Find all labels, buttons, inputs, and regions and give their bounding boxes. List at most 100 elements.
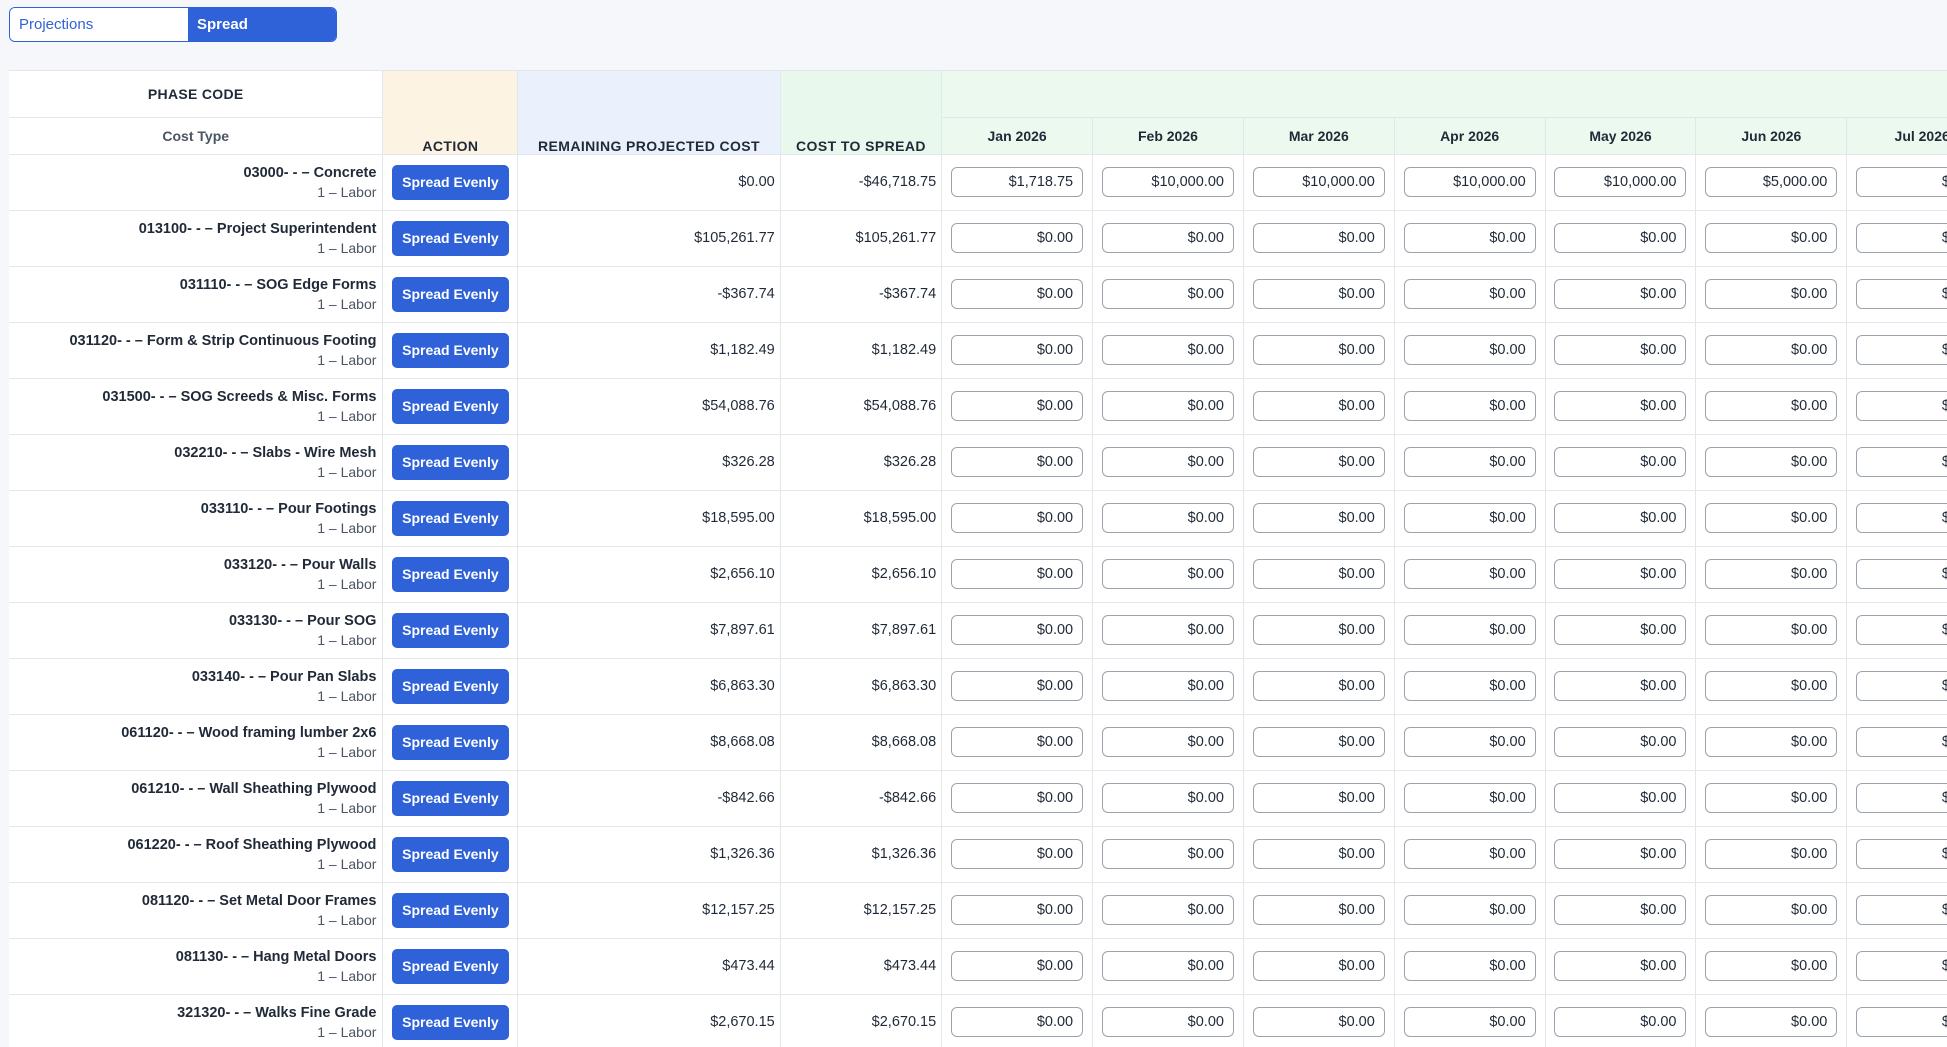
tab-spread[interactable]: Spread <box>188 8 336 41</box>
month-amount-input[interactable]: $0.00 <box>1554 447 1687 477</box>
month-amount-input[interactable]: $0.00 <box>1856 615 1947 645</box>
tab-projections[interactable]: Projections <box>10 8 188 41</box>
spread-evenly-button[interactable]: Spread Evenly <box>391 276 509 312</box>
month-amount-input[interactable]: $5,000.00 <box>1705 167 1838 197</box>
month-amount-input[interactable]: $0.00 <box>1554 223 1687 253</box>
month-amount-input[interactable]: $1,718.75 <box>951 167 1084 197</box>
month-amount-input[interactable]: $0.00 <box>1554 391 1687 421</box>
month-amount-input[interactable]: $0.00 <box>1403 839 1536 869</box>
month-amount-input[interactable]: $0.00 <box>1101 783 1234 813</box>
month-amount-input[interactable]: $0.00 <box>951 391 1084 421</box>
spread-evenly-button[interactable]: Spread Evenly <box>391 556 509 592</box>
month-amount-input[interactable]: $0.00 <box>1101 1007 1234 1037</box>
month-amount-input[interactable]: $0.00 <box>1252 223 1385 253</box>
month-amount-input[interactable]: $0.00 <box>1101 391 1234 421</box>
month-amount-input[interactable]: $0.00 <box>951 839 1084 869</box>
spread-evenly-button[interactable]: Spread Evenly <box>391 444 509 480</box>
month-amount-input[interactable]: $0.00 <box>1252 727 1385 757</box>
month-amount-input[interactable]: $0.00 <box>1554 559 1687 589</box>
month-amount-input[interactable]: $0.00 <box>1705 279 1838 309</box>
month-amount-input[interactable]: $0.00 <box>1856 895 1947 925</box>
month-amount-input[interactable]: $0.00 <box>1856 783 1947 813</box>
month-amount-input[interactable]: $0.00 <box>1101 223 1234 253</box>
month-amount-input[interactable]: $0.00 <box>1705 1007 1838 1037</box>
month-amount-input[interactable]: $0.00 <box>1252 895 1385 925</box>
month-amount-input[interactable]: $0.00 <box>1705 559 1838 589</box>
month-amount-input[interactable]: $0.00 <box>1856 447 1947 477</box>
month-amount-input[interactable]: $0.00 <box>1856 503 1947 533</box>
month-amount-input[interactable]: $0.00 <box>951 335 1084 365</box>
month-amount-input[interactable]: $0.00 <box>1554 727 1687 757</box>
month-amount-input[interactable]: $0.00 <box>951 1007 1084 1037</box>
month-amount-input[interactable]: $0.00 <box>1856 671 1947 701</box>
month-amount-input[interactable]: $0.00 <box>1403 727 1536 757</box>
month-amount-input[interactable]: $0.00 <box>1705 895 1838 925</box>
month-amount-input[interactable]: $0.00 <box>951 615 1084 645</box>
month-amount-input[interactable]: $0.00 <box>1403 671 1536 701</box>
month-amount-input[interactable]: $0.00 <box>1705 503 1838 533</box>
month-amount-input[interactable]: $0.00 <box>1705 671 1838 701</box>
month-amount-input[interactable]: $0.00 <box>951 671 1084 701</box>
month-amount-input[interactable]: $0.00 <box>1252 1007 1385 1037</box>
month-amount-input[interactable]: $10,000.00 <box>1101 167 1234 197</box>
month-amount-input[interactable]: $0.00 <box>1856 279 1947 309</box>
month-amount-input[interactable]: $0.00 <box>1403 615 1536 645</box>
month-amount-input[interactable]: $0.00 <box>1101 839 1234 869</box>
month-amount-input[interactable]: $0.00 <box>1705 447 1838 477</box>
month-amount-input[interactable]: $0.00 <box>951 727 1084 757</box>
spread-evenly-button[interactable]: Spread Evenly <box>391 780 509 816</box>
month-amount-input[interactable]: $0.00 <box>1101 615 1234 645</box>
month-amount-input[interactable]: $0.00 <box>1252 559 1385 589</box>
month-amount-input[interactable]: $0.00 <box>951 279 1084 309</box>
month-amount-input[interactable]: $0.00 <box>1403 951 1536 981</box>
month-amount-input[interactable]: $0.00 <box>1856 391 1947 421</box>
month-amount-input[interactable]: $0.00 <box>951 951 1084 981</box>
month-amount-input[interactable]: $0.00 <box>1554 783 1687 813</box>
month-amount-input[interactable]: $0.00 <box>1101 951 1234 981</box>
month-amount-input[interactable]: $0.00 <box>1705 951 1838 981</box>
month-amount-input[interactable]: $0.00 <box>1705 783 1838 813</box>
month-amount-input[interactable]: $0.00 <box>1856 1007 1947 1037</box>
spread-evenly-button[interactable]: Spread Evenly <box>391 220 509 256</box>
month-amount-input[interactable]: $0.00 <box>1705 223 1838 253</box>
month-amount-input[interactable]: $0.00 <box>1252 783 1385 813</box>
month-amount-input[interactable]: $0.00 <box>951 559 1084 589</box>
month-amount-input[interactable]: $0.00 <box>1554 839 1687 869</box>
month-amount-input[interactable]: $10,000.00 <box>1403 167 1536 197</box>
month-amount-input[interactable]: $0.00 <box>1101 503 1234 533</box>
month-amount-input[interactable]: $0.00 <box>1554 671 1687 701</box>
month-amount-input[interactable]: $0.00 <box>1252 335 1385 365</box>
month-amount-input[interactable]: $0.00 <box>1252 447 1385 477</box>
month-amount-input[interactable]: $0.00 <box>1252 503 1385 533</box>
month-amount-input[interactable]: $0.00 <box>1705 391 1838 421</box>
month-amount-input[interactable]: $0.00 <box>1554 951 1687 981</box>
month-amount-input[interactable]: $0.00 <box>1856 559 1947 589</box>
month-amount-input[interactable]: $0.00 <box>1856 839 1947 869</box>
month-amount-input[interactable]: $0.00 <box>1856 951 1947 981</box>
month-amount-input[interactable]: $0.00 <box>1856 223 1947 253</box>
month-amount-input[interactable]: $0.00 <box>1101 279 1234 309</box>
spread-evenly-button[interactable]: Spread Evenly <box>391 948 509 984</box>
month-amount-input[interactable]: $0.00 <box>1705 335 1838 365</box>
spread-evenly-button[interactable]: Spread Evenly <box>391 1004 509 1040</box>
spread-evenly-button[interactable]: Spread Evenly <box>391 332 509 368</box>
month-amount-input[interactable]: $0.00 <box>1554 335 1687 365</box>
month-amount-input[interactable]: $0.00 <box>1403 279 1536 309</box>
month-amount-input[interactable]: $0.00 <box>951 447 1084 477</box>
month-amount-input[interactable]: $0.00 <box>951 223 1084 253</box>
month-amount-input[interactable]: $0.00 <box>1101 671 1234 701</box>
month-amount-input[interactable]: $0.00 <box>1554 503 1687 533</box>
month-amount-input[interactable]: $0.00 <box>951 503 1084 533</box>
spread-evenly-button[interactable]: Spread Evenly <box>391 388 509 424</box>
month-amount-input[interactable]: $0.00 <box>1101 447 1234 477</box>
month-amount-input[interactable]: $0.00 <box>1403 503 1536 533</box>
month-amount-input[interactable]: $0.00 <box>1101 895 1234 925</box>
month-amount-input[interactable]: $10,000.00 <box>1554 167 1687 197</box>
month-amount-input[interactable]: $0.00 <box>1856 727 1947 757</box>
spread-evenly-button[interactable]: Spread Evenly <box>391 836 509 872</box>
month-amount-input[interactable]: $0.00 <box>1252 671 1385 701</box>
month-amount-input[interactable]: $0.00 <box>1403 895 1536 925</box>
spread-evenly-button[interactable]: Spread Evenly <box>391 892 509 928</box>
month-amount-input[interactable]: $0.00 <box>1101 727 1234 757</box>
month-amount-input[interactable]: $0.00 <box>1554 895 1687 925</box>
